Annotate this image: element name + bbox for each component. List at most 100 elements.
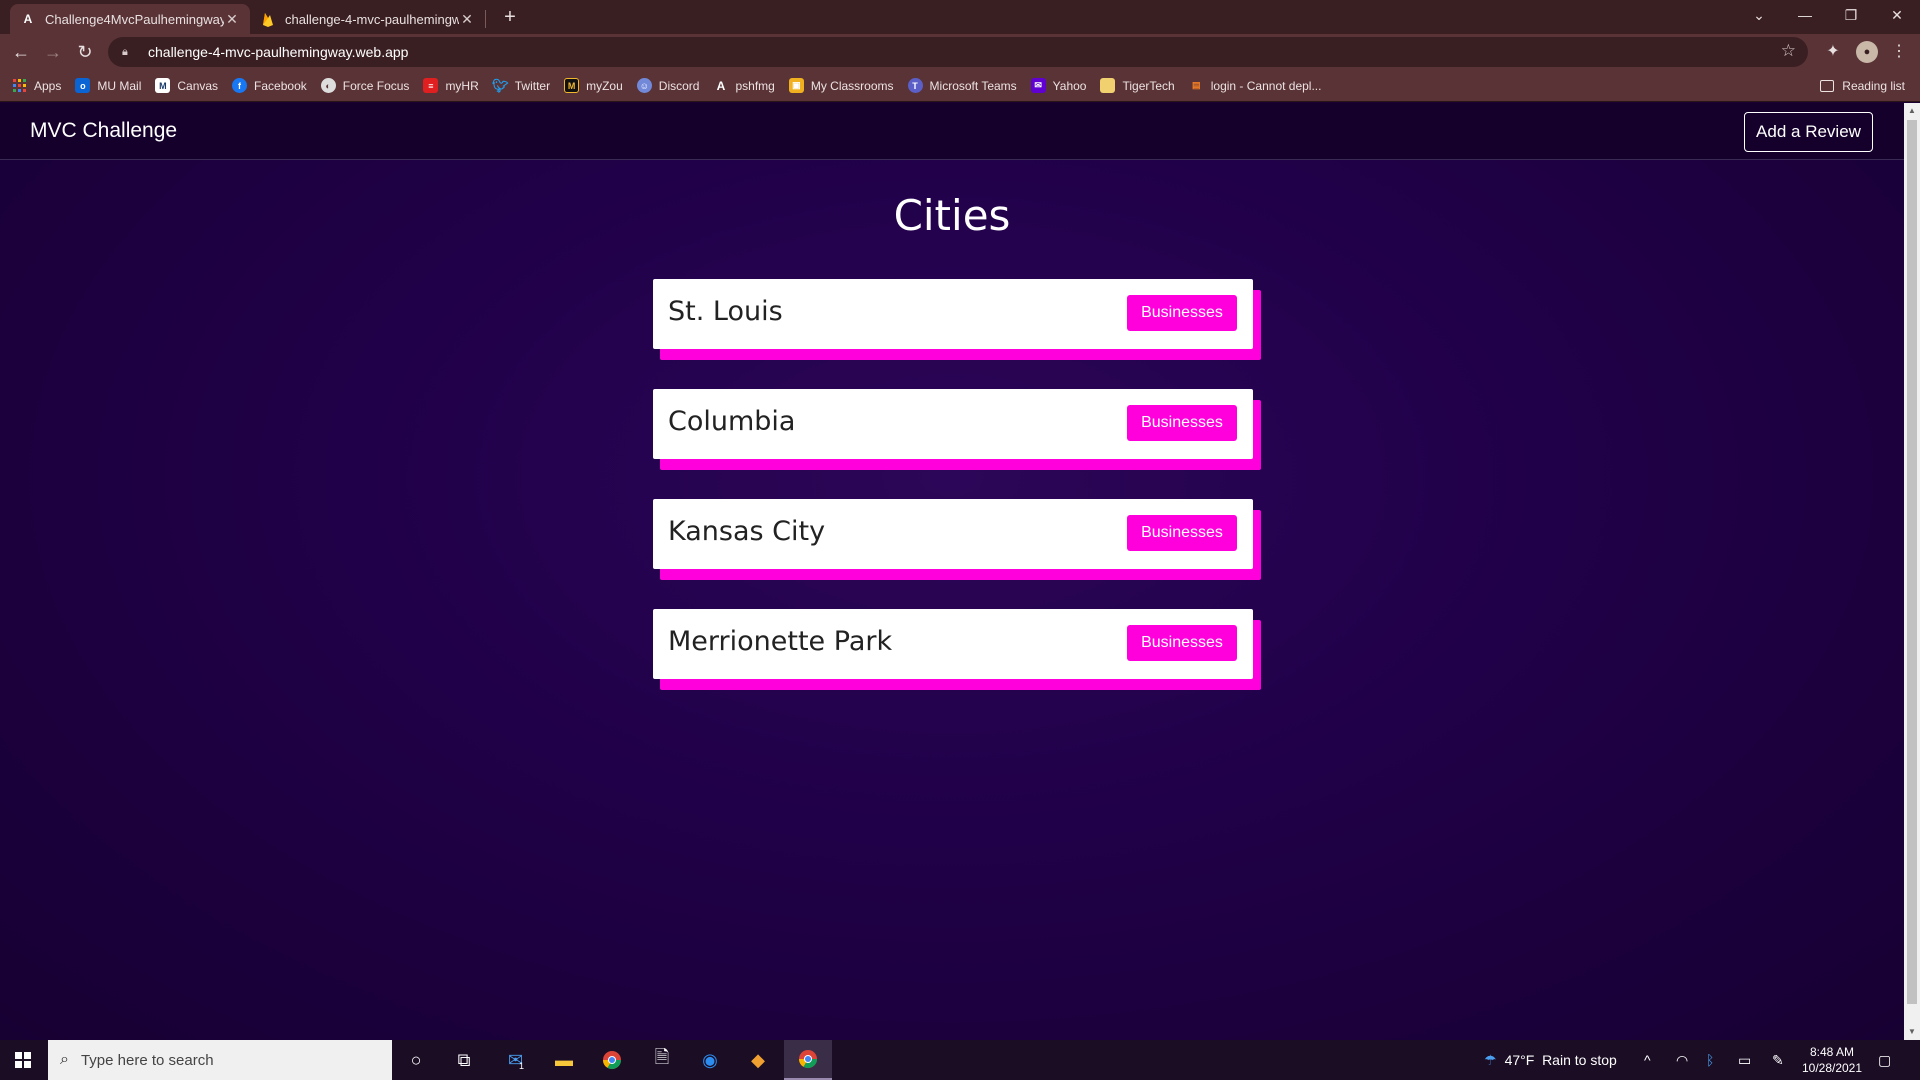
bookmark-label: myZou	[586, 78, 623, 93]
bookmark-label: pshfmg	[735, 78, 775, 93]
url-text: challenge-4-mvc-paulhemingway.web.app	[148, 44, 409, 60]
show-hidden-icons-icon[interactable]: ^	[1644, 1040, 1651, 1080]
document-app-icon[interactable]: 🗎︎	[638, 1040, 686, 1080]
card-body: Columbia Businesses	[653, 389, 1253, 459]
scroll-down-arrow-icon[interactable]: ▼	[1904, 1024, 1920, 1040]
windows-start-icon[interactable]	[0, 1040, 46, 1080]
new-tab-icon[interactable]: +	[498, 5, 522, 29]
card-body: Merrionette Park Businesses	[653, 609, 1253, 679]
reload-icon[interactable]: ↻	[73, 40, 97, 64]
bookmark-force-focus[interactable]: ◐ Force Focus	[320, 78, 409, 93]
force-focus-icon: ◐	[320, 78, 336, 93]
bookmark-canvas[interactable]: M Canvas	[155, 78, 218, 93]
profile-avatar[interactable]: ●	[1856, 41, 1878, 63]
businesses-button[interactable]: Businesses	[1127, 515, 1237, 551]
clock-date: 10/28/2021	[1801, 1061, 1863, 1075]
bookmark-label: Twitter	[514, 78, 551, 93]
bookmark-yahoo[interactable]: ✉ Yahoo	[1030, 78, 1086, 93]
tab-challenge4mvc[interactable]: A Challenge4MvcPaulhemingway ✕	[10, 4, 250, 34]
extensions-icon[interactable]: ✦	[1822, 41, 1844, 63]
weather-widget[interactable]: ☂ 47°F Rain to stop	[1484, 1040, 1617, 1080]
businesses-button[interactable]: Businesses	[1127, 295, 1237, 331]
bookmark-myzou[interactable]: M myZou	[564, 78, 623, 93]
city-card: Columbia Businesses	[653, 389, 1261, 470]
bookmark-label: login - Cannot depl...	[1210, 78, 1322, 93]
bookmark-apps[interactable]: Apps	[12, 78, 61, 93]
close-icon[interactable]: ✕	[459, 11, 475, 28]
bluetooth-icon[interactable]: ᛒ	[1706, 1040, 1714, 1080]
search-placeholder: Type here to search	[80, 1051, 214, 1069]
minimize-icon[interactable]: —	[1782, 0, 1828, 30]
chrome-active-window-icon[interactable]	[784, 1040, 832, 1080]
browser-toolbar: ← → ↻ 🔒︎ challenge-4-mvc-paulhemingway.w…	[0, 34, 1920, 70]
add-review-button[interactable]: Add a Review	[1744, 112, 1873, 152]
bookmark-facebook[interactable]: f Facebook	[232, 78, 307, 93]
city-name: Merrionette Park	[668, 626, 893, 657]
search-icon: ⌕	[60, 1051, 69, 1068]
reading-list[interactable]: Reading list	[1820, 70, 1905, 102]
mail-icon[interactable]: ✉ 1	[492, 1040, 540, 1080]
bookmark-label: Apps	[34, 78, 62, 93]
windows-taskbar: ⌕ Type here to search ○ ⧉ ✉ 1 ▬ 🗎︎ ◉ ◆ ☂…	[0, 1040, 1920, 1080]
app-brand[interactable]: MVC Challenge	[30, 119, 177, 143]
close-window-icon[interactable]: ✕	[1874, 0, 1920, 30]
bookmark-myhr[interactable]: ≡ myHR	[423, 78, 479, 93]
system-clock[interactable]: 8:48 AM 10/28/2021	[1800, 1044, 1864, 1076]
tab-firebase[interactable]: challenge-4-mvc-paulhemingway ✕	[250, 4, 485, 34]
card-body: Kansas City Businesses	[653, 499, 1253, 569]
yahoo-mail-icon: ✉	[1030, 78, 1046, 93]
city-name: St. Louis	[668, 296, 783, 327]
bookmark-login-cannot-deploy[interactable]: ▤ login - Cannot depl...	[1189, 78, 1322, 93]
bookmarks-bar: Apps o MU Mail M Canvas f Facebook ◐ For…	[0, 70, 1920, 102]
bookmark-twitter[interactable]: 🐦︎ Twitter	[492, 77, 551, 93]
facebook-icon: f	[232, 78, 248, 93]
pen-icon[interactable]: ✎	[1772, 1040, 1784, 1080]
reading-list-label: Reading list	[1842, 79, 1905, 93]
twitter-icon: 🐦︎	[492, 77, 509, 93]
forward-icon[interactable]: →	[41, 40, 65, 64]
bookmark-discord[interactable]: ☺ Discord	[636, 78, 699, 93]
address-bar[interactable]: 🔒︎ challenge-4-mvc-paulhemingway.web.app…	[108, 37, 1808, 67]
tab-title: challenge-4-mvc-paulhemingway	[285, 11, 459, 27]
task-view-icon[interactable]: ⧉	[440, 1040, 488, 1080]
mail-badge: 1	[519, 1061, 525, 1071]
reading-list-icon	[1820, 80, 1835, 92]
firebase-icon	[260, 11, 276, 27]
bookmark-label: Microsoft Teams	[929, 78, 1017, 93]
scroll-up-arrow-icon[interactable]: ▲	[1904, 103, 1920, 119]
menu-icon[interactable]: ⋮	[1888, 41, 1910, 63]
git-icon[interactable]: ◆	[734, 1040, 782, 1080]
file-explorer-icon[interactable]: ▬	[540, 1040, 588, 1080]
close-icon[interactable]: ✕	[224, 11, 240, 28]
battery-icon[interactable]: ▭	[1738, 1040, 1751, 1080]
bookmark-pshfmg[interactable]: A pshfmg	[713, 78, 775, 93]
businesses-button[interactable]: Businesses	[1127, 405, 1237, 441]
blue-app-icon[interactable]: ◉	[686, 1040, 734, 1080]
network-icon[interactable]: ◠	[1676, 1040, 1688, 1080]
city-name: Kansas City	[668, 516, 826, 547]
restore-icon[interactable]: ❐	[1828, 0, 1874, 30]
mizzou-icon: M	[564, 78, 580, 93]
taskbar-search-box[interactable]: ⌕ Type here to search	[48, 1040, 392, 1080]
page-viewport: MVC Challenge Add a Review Cities St. Lo…	[0, 103, 1904, 1040]
businesses-button[interactable]: Businesses	[1127, 625, 1237, 661]
city-card: St. Louis Businesses	[653, 279, 1261, 360]
bookmark-star-icon[interactable]: ☆	[1781, 41, 1796, 61]
bookmark-label: TigerTech	[1122, 78, 1175, 93]
bookmark-microsoft-teams[interactable]: T Microsoft Teams	[907, 78, 1017, 93]
bookmark-my-classrooms[interactable]: ▣ My Classrooms	[788, 78, 894, 93]
tab-search-icon[interactable]: ⌄	[1736, 0, 1782, 30]
notifications-icon[interactable]: ▢	[1878, 1040, 1891, 1080]
scrollbar-thumb[interactable]	[1907, 120, 1917, 1004]
cortana-icon[interactable]: ○	[392, 1040, 440, 1080]
back-icon[interactable]: ←	[9, 40, 33, 64]
page-scrollbar[interactable]: ▲ ▼	[1904, 103, 1920, 1040]
chrome-icon[interactable]	[588, 1040, 636, 1080]
bookmark-mu-mail[interactable]: o MU Mail	[75, 78, 141, 93]
city-list: St. Louis Businesses Columbia Businesses…	[653, 279, 1261, 719]
weather-text: 47°F Rain to stop	[1504, 1052, 1617, 1068]
classroom-icon: ▣	[788, 78, 804, 93]
bookmark-tigertech[interactable]: TigerTech	[1100, 78, 1175, 93]
apps-grid-icon	[12, 78, 27, 93]
bookmark-label: myHR	[445, 78, 479, 93]
